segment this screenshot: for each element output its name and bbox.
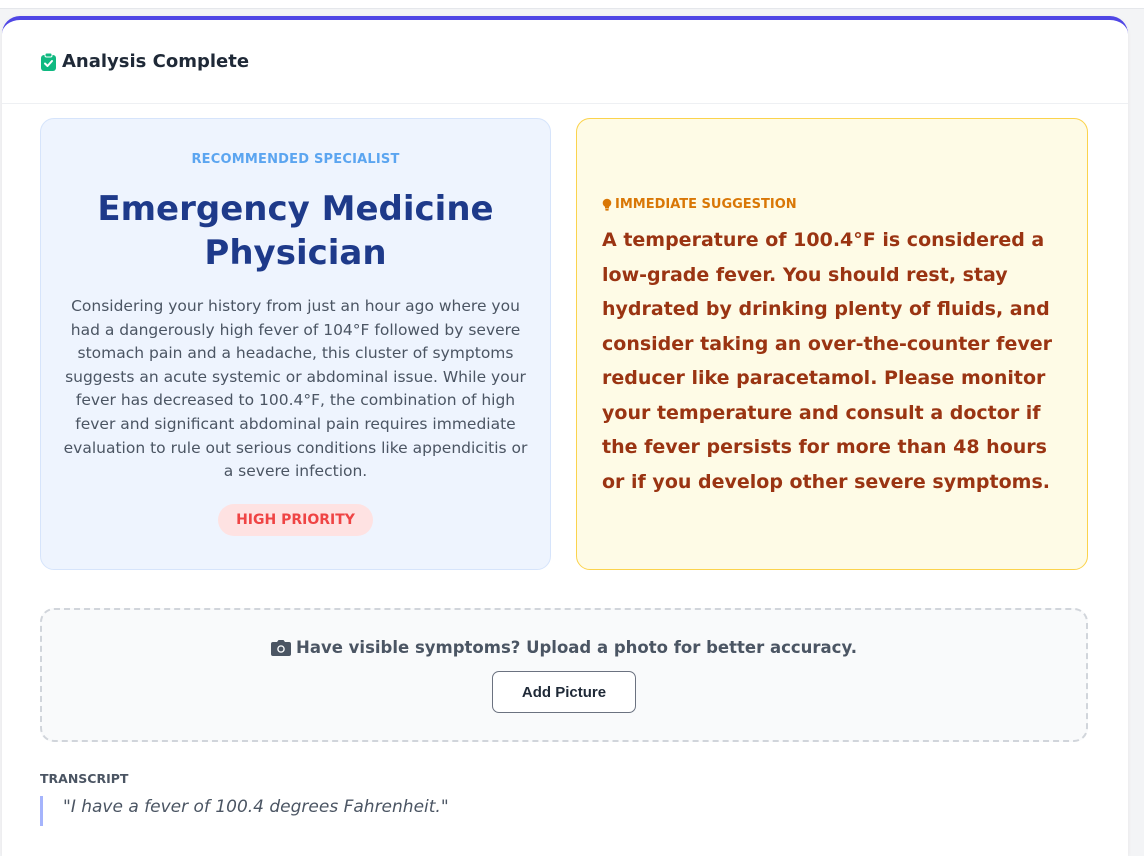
specialist-panel: RECOMMENDED SPECIALIST Emergency Medicin… — [40, 118, 551, 570]
transcript-label: TRANSCRIPT — [40, 771, 129, 786]
transcript-quote: "I have a fever of 100.4 degrees Fahrenh… — [40, 796, 449, 826]
camera-icon — [271, 639, 292, 656]
upload-prompt: Have visible symptoms? Upload a photo fo… — [296, 638, 857, 657]
specialist-label: RECOMMENDED SPECIALIST — [191, 152, 400, 167]
page-title: Analysis Complete — [62, 51, 250, 72]
specialist-title: Emergency Medicine Physician — [97, 189, 494, 273]
lightbulb-icon — [602, 198, 612, 211]
suggestion-label-row: IMMEDIATE SUGGESTION — [602, 197, 1063, 212]
clipboard-check-icon — [40, 52, 57, 72]
priority-badge: HIGH PRIORITY — [218, 503, 373, 536]
card-header: Analysis Complete — [2, 20, 1128, 104]
upload-prompt-row: Have visible symptoms? Upload a photo fo… — [42, 638, 1086, 657]
add-picture-button[interactable]: Add Picture — [492, 671, 636, 713]
suggestion-label: IMMEDIATE SUGGESTION — [615, 197, 797, 212]
upload-dropzone[interactable]: Have visible symptoms? Upload a photo fo… — [40, 608, 1088, 742]
top-bar — [0, 0, 1144, 9]
suggestion-text: A temperature of 100.4°F is considered a… — [602, 229, 1052, 493]
suggestion-panel: IMMEDIATE SUGGESTION A temperature of 10… — [576, 118, 1088, 570]
specialist-description: Considering your history from just an ho… — [63, 297, 528, 481]
